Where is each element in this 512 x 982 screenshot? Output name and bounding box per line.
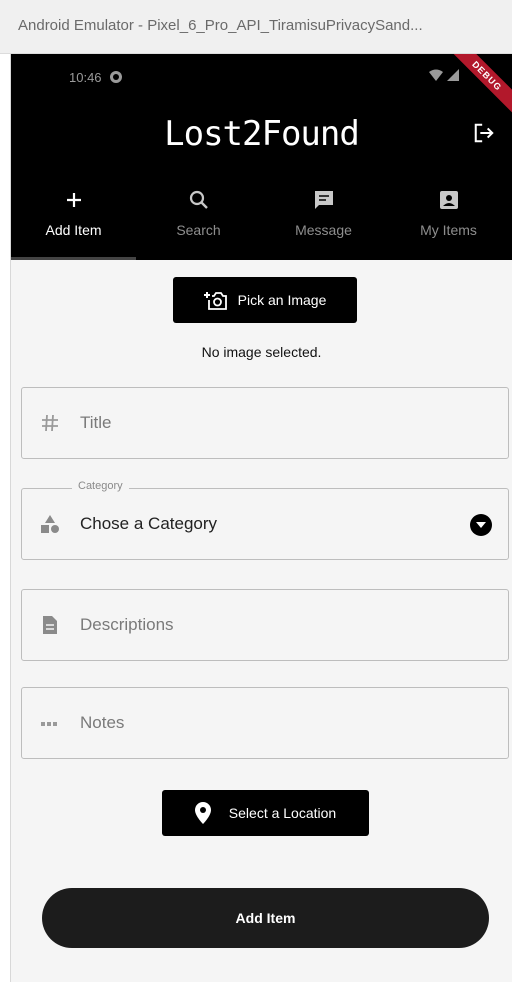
logout-icon[interactable] bbox=[473, 122, 495, 144]
tab-label: Search bbox=[176, 222, 221, 238]
plus-icon bbox=[66, 193, 81, 207]
search-icon bbox=[189, 190, 208, 209]
emulator-window-title: Android Emulator - Pixel_6_Pro_API_Tiram… bbox=[18, 17, 423, 34]
hashtag-icon bbox=[42, 414, 58, 432]
title-placeholder: Title bbox=[80, 413, 112, 432]
tab-label: Add Item bbox=[45, 222, 102, 238]
message-icon bbox=[314, 191, 333, 209]
select-location-button[interactable]: Select a Location bbox=[162, 790, 369, 836]
tab-search[interactable]: Search bbox=[136, 182, 261, 260]
notes-field[interactable]: Notes bbox=[21, 687, 509, 759]
tab-label: Message bbox=[295, 222, 352, 238]
tab-label: My Items bbox=[420, 222, 477, 238]
status-time: 10:46 bbox=[69, 70, 102, 85]
emulator-titlebar: Android Emulator - Pixel_6_Pro_API_Tiram… bbox=[0, 0, 512, 54]
settings-status-icon bbox=[110, 71, 122, 83]
bottom-tab-nav: Add Item Search Message My Items bbox=[11, 182, 512, 260]
category-dropdown[interactable]: Category Chose a Category bbox=[21, 480, 509, 560]
add-item-submit-button[interactable]: Add Item bbox=[42, 888, 489, 948]
abc-icon bbox=[41, 722, 57, 726]
tab-add-item[interactable]: Add Item bbox=[11, 182, 136, 260]
category-value: Chose a Category bbox=[80, 514, 218, 533]
select-location-label: Select a Location bbox=[228, 805, 337, 821]
tab-message[interactable]: Message bbox=[261, 182, 386, 260]
category-shapes-icon bbox=[41, 515, 59, 533]
description-field[interactable]: Descriptions bbox=[21, 589, 509, 661]
title-field[interactable]: Title bbox=[21, 387, 509, 459]
add-a-photo-icon bbox=[203, 292, 227, 310]
app-title: Lost2Found bbox=[164, 114, 360, 154]
debug-banner: DEBUG bbox=[442, 54, 512, 121]
add-item-form: Pick an Image No image selected. Title C… bbox=[11, 260, 512, 982]
notes-placeholder: Notes bbox=[80, 713, 125, 732]
app-bar: 10:46 DEBUG Lost2Found Add Item Search M… bbox=[11, 54, 512, 260]
emulator-side-frame bbox=[0, 54, 11, 982]
pick-image-button[interactable]: Pick an Image bbox=[173, 277, 357, 323]
dropdown-arrow-icon bbox=[470, 514, 492, 536]
tab-my-items[interactable]: My Items bbox=[386, 182, 511, 260]
description-placeholder: Descriptions bbox=[80, 615, 174, 634]
location-pin-icon bbox=[194, 802, 211, 824]
phone-screen: 10:46 DEBUG Lost2Found Add Item Search M… bbox=[11, 54, 512, 982]
no-image-text: No image selected. bbox=[201, 344, 322, 360]
pick-image-label: Pick an Image bbox=[237, 292, 327, 308]
account-box-icon bbox=[439, 191, 458, 209]
category-label: Category bbox=[72, 480, 129, 492]
document-icon bbox=[43, 616, 57, 634]
wifi-signal-icon bbox=[429, 69, 459, 81]
